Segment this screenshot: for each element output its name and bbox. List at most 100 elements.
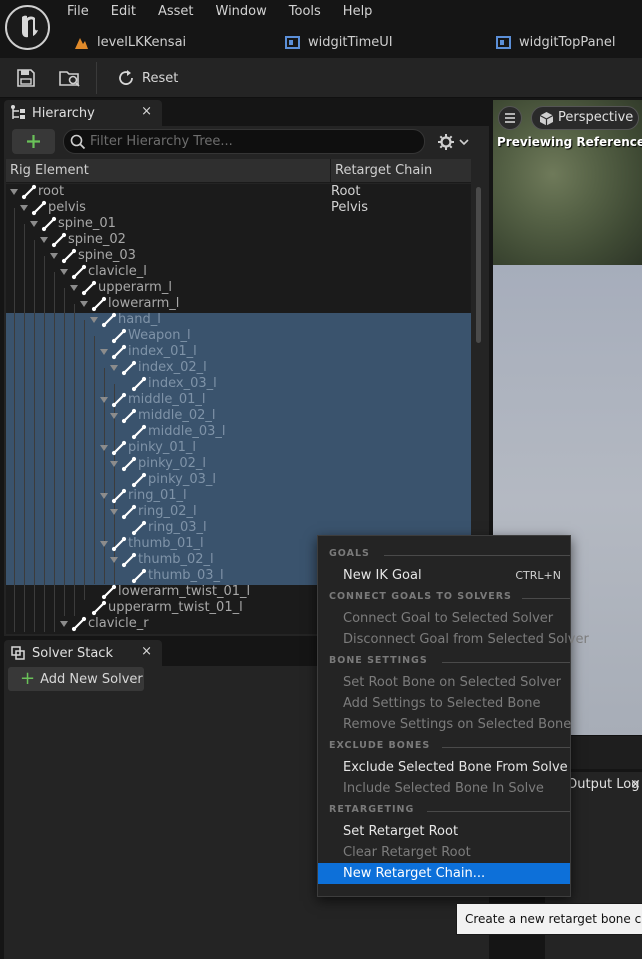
hierarchy-scrollbar-thumb[interactable] — [476, 187, 481, 343]
browse-icon[interactable] — [58, 67, 80, 89]
tree-row[interactable]: pinky_02_l — [6, 456, 471, 472]
add-new-solver-label: Add New Solver — [40, 671, 143, 687]
expand-arrow-icon[interactable] — [70, 285, 78, 291]
tree-row[interactable]: upperarm_l — [6, 280, 471, 296]
expand-arrow-icon[interactable] — [110, 461, 118, 467]
menu-item-new-ik-goal[interactable]: New IK Goal CTRL+N — [318, 565, 570, 586]
tree-row[interactable]: ring_03_l — [6, 520, 471, 536]
tree-row[interactable]: index_01_l — [6, 344, 471, 360]
menu-help[interactable]: Help — [332, 3, 384, 21]
tree-row[interactable]: spine_03 — [6, 248, 471, 264]
tree-row[interactable]: spine_01 — [6, 216, 471, 232]
reset-button[interactable]: Reset — [116, 66, 178, 90]
menu-item-set-retarget-root[interactable]: Set Retarget Root — [318, 821, 570, 842]
bone-icon — [111, 392, 127, 408]
expand-arrow-icon[interactable] — [100, 493, 108, 499]
unreal-logo[interactable] — [5, 5, 50, 50]
perspective-button[interactable]: Perspective — [531, 106, 639, 130]
column-rig-element[interactable]: Rig Element — [10, 159, 89, 183]
expand-arrow-icon[interactable] — [100, 349, 108, 355]
tree-row[interactable]: Weapon_l — [6, 328, 471, 344]
tree-row[interactable]: lowerarm_l — [6, 296, 471, 312]
add-element-button[interactable] — [12, 129, 55, 154]
doc-tab-level[interactable]: levelLKKensai — [74, 33, 186, 51]
tree-row[interactable]: pinky_01_l — [6, 440, 471, 456]
expand-arrow-icon[interactable] — [90, 317, 98, 323]
menu-item-shortcut: CTRL+N — [515, 569, 561, 582]
hierarchy-column-header: Rig Element Retarget Chain — [6, 159, 471, 183]
menu-section-divider — [427, 811, 570, 812]
menu-item-label: Set Root Bone on Selected Solver — [343, 675, 561, 690]
bone-name: ring_02_l — [138, 504, 197, 519]
expand-arrow-icon[interactable] — [100, 445, 108, 451]
tree-row[interactable]: pinky_03_l — [6, 472, 471, 488]
bone-icon — [71, 264, 87, 280]
expand-arrow-icon[interactable] — [110, 365, 118, 371]
tab-hierarchy[interactable]: Hierarchy × — [4, 100, 162, 126]
tree-row[interactable]: root Root — [6, 184, 471, 200]
expand-arrow-icon[interactable] — [100, 541, 108, 547]
expand-arrow-icon[interactable] — [110, 413, 118, 419]
menu-item-exclude-selected-bone-from-solve[interactable]: Exclude Selected Bone From Solve — [318, 757, 570, 778]
tree-row[interactable]: ring_02_l — [6, 504, 471, 520]
tree-row[interactable]: clavicle_l — [6, 264, 471, 280]
add-new-solver-button[interactable]: + Add New Solver — [8, 667, 144, 691]
menu-item-set-root-bone-on-selected-solver[interactable]: Set Root Bone on Selected Solver — [318, 672, 570, 693]
doc-tab-widget-time[interactable]: widgitTimeUI — [285, 33, 393, 51]
menu-section-title: RETARGETING — [329, 804, 415, 815]
menu-item-label: Disconnect Goal from Selected Solver — [343, 632, 589, 647]
menu-asset[interactable]: Asset — [147, 3, 205, 21]
tab-solver-stack[interactable]: Solver Stack × — [4, 640, 162, 666]
save-icon[interactable] — [15, 67, 37, 89]
expand-arrow-icon[interactable] — [20, 205, 28, 211]
menu-edit[interactable]: Edit — [100, 3, 147, 21]
column-separator[interactable] — [330, 159, 331, 183]
hierarchy-search-input[interactable]: Filter Hierarchy Tree... — [63, 129, 425, 154]
close-icon[interactable]: × — [630, 772, 641, 798]
expand-arrow-icon[interactable] — [60, 269, 68, 275]
doc-tab-widget-top[interactable]: widgitTopPanel — [496, 33, 615, 51]
menu-item-connect-goal-to-selected-solver[interactable]: Connect Goal to Selected Solver — [318, 608, 570, 629]
bone-icon — [131, 520, 147, 536]
bone-name: root — [38, 184, 65, 199]
expand-arrow-icon[interactable] — [40, 237, 48, 243]
tree-row[interactable]: middle_02_l — [6, 408, 471, 424]
tree-row[interactable]: hand_l — [6, 312, 471, 328]
menu-item-remove-settings-on-selected-bone[interactable]: Remove Settings on Selected Bone — [318, 714, 571, 735]
bone-icon — [111, 488, 127, 504]
expand-arrow-icon[interactable] — [110, 557, 118, 563]
tree-row[interactable]: middle_01_l — [6, 392, 471, 408]
close-icon[interactable]: × — [141, 104, 152, 119]
expand-arrow-icon[interactable] — [30, 221, 38, 227]
tree-row[interactable]: middle_03_l — [6, 424, 471, 440]
menu-item-label: Set Retarget Root — [343, 824, 459, 839]
viewport-options-button[interactable] — [498, 106, 522, 130]
expand-arrow-icon[interactable] — [10, 189, 18, 195]
expand-arrow-icon[interactable] — [110, 509, 118, 515]
expand-arrow-icon[interactable] — [100, 397, 108, 403]
menu-section-divider — [441, 747, 570, 748]
menu-file[interactable]: File — [56, 3, 100, 21]
menu-item-label: Include Selected Bone In Solve — [343, 781, 544, 796]
menu-tools[interactable]: Tools — [278, 3, 332, 21]
hierarchy-settings-button[interactable] — [436, 130, 472, 154]
menu-item-label: New IK Goal — [343, 568, 422, 583]
expand-arrow-icon[interactable] — [80, 301, 88, 307]
menu-item-disconnect-goal-from-selected-solver[interactable]: Disconnect Goal from Selected Solver — [318, 629, 589, 650]
close-icon[interactable]: × — [141, 644, 152, 659]
expand-arrow-icon[interactable] — [50, 253, 58, 259]
expand-arrow-icon[interactable] — [60, 621, 68, 627]
tree-row[interactable]: pelvis Pelvis — [6, 200, 471, 216]
bone-name: pinky_03_l — [148, 472, 217, 487]
menu-item-include-selected-bone-in-solve[interactable]: Include Selected Bone In Solve — [318, 778, 570, 799]
tree-row[interactable]: index_02_l — [6, 360, 471, 376]
menu-item-new-retarget-chain[interactable]: New Retarget Chain... — [318, 863, 570, 884]
menu-window[interactable]: Window — [205, 3, 278, 21]
tree-row[interactable]: index_03_l — [6, 376, 471, 392]
tree-row[interactable]: ring_01_l — [6, 488, 471, 504]
bone-name: hand_l — [118, 312, 161, 327]
tree-row[interactable]: spine_02 — [6, 232, 471, 248]
column-retarget-chain[interactable]: Retarget Chain — [335, 159, 432, 183]
menu-item-clear-retarget-root[interactable]: Clear Retarget Root — [318, 842, 570, 863]
menu-item-add-settings-to-selected-bone[interactable]: Add Settings to Selected Bone — [318, 693, 570, 714]
